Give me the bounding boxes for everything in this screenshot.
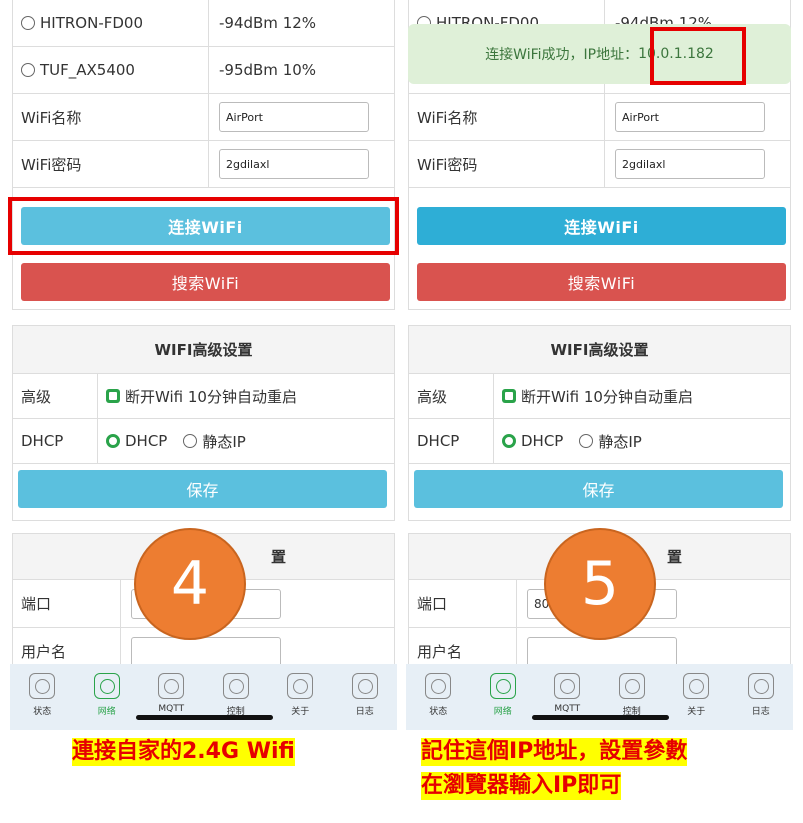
bottom-tab-bar: 状态 网络 MQTT 控制 关于 日志 xyxy=(10,664,397,730)
left-phone-screen: HITRON-FD00 -94dBm 12% TUF_AX5400 -95dBm… xyxy=(10,0,397,730)
wifi-name-input[interactable]: AirPort xyxy=(219,102,369,132)
step-badge: 5 xyxy=(544,528,656,640)
dhcp-label: DHCP xyxy=(13,419,98,463)
tab-control[interactable]: 控制 xyxy=(604,664,660,730)
dhcp-label: DHCP xyxy=(409,419,494,463)
wifi-ssid: HITRON-FD00 xyxy=(40,14,143,32)
mqtt-icon xyxy=(554,673,581,699)
wifi-signal: -94dBm 12% xyxy=(219,14,317,32)
tab-control[interactable]: 控制 xyxy=(208,664,264,730)
wifi-password-input[interactable]: 2gdilaxl xyxy=(615,149,765,179)
connect-wifi-button[interactable]: 连接WiFi xyxy=(417,207,786,245)
advanced-title: WIFI高级设置 xyxy=(13,326,394,374)
wifi-password-input[interactable]: 2gdilaxl xyxy=(219,149,369,179)
tab-log[interactable]: 日志 xyxy=(733,664,789,730)
checkbox-icon[interactable] xyxy=(106,389,120,403)
wifi-signal: -95dBm 10% xyxy=(219,61,317,79)
log-icon xyxy=(747,673,774,699)
radio-icon[interactable] xyxy=(579,434,594,448)
checkbox-icon[interactable] xyxy=(502,389,516,403)
tab-label: 状态 xyxy=(429,707,448,717)
highlight-ip-address xyxy=(650,27,746,85)
static-ip-option: 静态IP xyxy=(598,432,642,451)
wifi-table: HITRON-FD00 -94dBm 12% TUF_AX5400 -95dBm… xyxy=(12,0,395,310)
right-phone-screen: HITRON-FD00 -94dBm 12% TUF_AX5400 -95dBm… xyxy=(406,0,793,730)
tab-label: 状态 xyxy=(33,707,52,717)
wifi-list-item[interactable]: TUF_AX5400 -95dBm 10% xyxy=(13,47,394,94)
control-icon xyxy=(222,673,249,699)
caption-right-line2: 在瀏覽器輸入IP即可 xyxy=(421,772,622,800)
toast-message: 连接WiFi成功，IP地址： xyxy=(485,47,639,63)
about-icon xyxy=(683,673,710,699)
radio-icon[interactable] xyxy=(183,434,198,448)
control-icon xyxy=(618,673,645,699)
wifi-name-input[interactable]: AirPort xyxy=(615,102,765,132)
wifi-list-item[interactable]: HITRON-FD00 -94dBm 12% xyxy=(13,0,394,47)
restart-option: 断开Wifi 10分钟自动重启 xyxy=(521,387,693,406)
tab-about[interactable]: 关于 xyxy=(668,664,724,730)
tab-about[interactable]: 关于 xyxy=(272,664,328,730)
status-icon xyxy=(29,673,56,699)
tab-label: MQTT xyxy=(554,704,581,714)
tab-network[interactable]: 网络 xyxy=(475,664,531,730)
tab-status[interactable]: 状态 xyxy=(14,664,70,730)
wifi-password-label: WiFi密码 xyxy=(409,141,605,187)
wifi-name-label: WiFi名称 xyxy=(13,94,209,140)
restart-option: 断开Wifi 10分钟自动重启 xyxy=(125,387,297,406)
tab-log[interactable]: 日志 xyxy=(337,664,393,730)
dhcp-option: DHCP xyxy=(125,432,168,450)
tab-label: 日志 xyxy=(355,707,374,717)
caption-left: 連接自家的2.4G Wifi xyxy=(72,738,295,766)
about-icon xyxy=(287,673,314,699)
radio-selected-icon[interactable] xyxy=(502,434,516,448)
tab-label: MQTT xyxy=(158,704,185,714)
tab-network[interactable]: 网络 xyxy=(79,664,135,730)
tab-label: 网络 xyxy=(97,707,116,717)
port-label: 端口 xyxy=(409,580,517,627)
bottom-tab-bar: 状态 网络 MQTT 控制 关于 日志 xyxy=(406,664,793,730)
tab-label: 网络 xyxy=(493,707,512,717)
username-input[interactable] xyxy=(527,636,677,667)
home-indicator xyxy=(532,715,669,720)
advanced-label: 高级 xyxy=(409,374,494,418)
search-wifi-button[interactable]: 搜索WiFi xyxy=(417,263,786,301)
tab-label: 关于 xyxy=(687,707,706,717)
radio-icon[interactable] xyxy=(21,63,35,77)
save-button[interactable]: 保存 xyxy=(18,470,387,508)
radio-icon[interactable] xyxy=(21,16,35,30)
search-wifi-button[interactable]: 搜索WiFi xyxy=(21,263,390,301)
network-icon xyxy=(489,673,516,699)
advanced-label: 高级 xyxy=(13,374,98,418)
dhcp-option: DHCP xyxy=(521,432,564,450)
tab-label: 关于 xyxy=(291,707,310,717)
caption-right-line1: 記住這個IP地址，設置參數 xyxy=(421,738,688,766)
port-label: 端口 xyxy=(13,580,121,627)
network-icon xyxy=(93,673,120,699)
log-icon xyxy=(351,673,378,699)
tab-label: 日志 xyxy=(751,707,770,717)
static-ip-option: 静态IP xyxy=(202,432,246,451)
tab-status[interactable]: 状态 xyxy=(410,664,466,730)
tab-mqtt[interactable]: MQTT xyxy=(143,664,199,730)
step-badge: 4 xyxy=(134,528,246,640)
wifi-password-label: WiFi密码 xyxy=(13,141,209,187)
wifi-name-label: WiFi名称 xyxy=(409,94,605,140)
advanced-title: WIFI高级设置 xyxy=(409,326,790,374)
radio-selected-icon[interactable] xyxy=(106,434,120,448)
username-input[interactable] xyxy=(131,636,281,667)
save-button[interactable]: 保存 xyxy=(414,470,783,508)
mqtt-icon xyxy=(158,673,185,699)
wifi-ssid: TUF_AX5400 xyxy=(40,61,135,79)
highlight-connect-button xyxy=(8,197,399,255)
home-indicator xyxy=(136,715,273,720)
status-icon xyxy=(425,673,452,699)
tab-mqtt[interactable]: MQTT xyxy=(539,664,595,730)
